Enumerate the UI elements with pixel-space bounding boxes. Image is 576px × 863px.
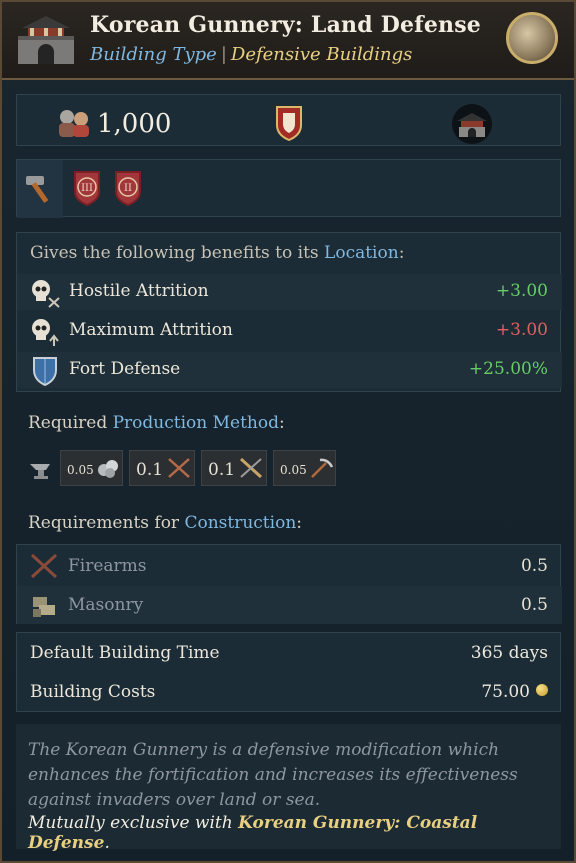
input-amount: 0.1 [208, 460, 236, 480]
requirement-value: 0.5 [520, 556, 548, 576]
benefit-value: +25.00% [468, 359, 548, 379]
benefits-heading-colon: : [398, 243, 405, 263]
portrait-avatar[interactable] [506, 12, 558, 64]
construction-heading: Requirements for Construction: [28, 513, 302, 533]
construction-heading-text: Requirements for [28, 513, 180, 533]
production-heading-colon: : [278, 413, 285, 433]
upgrade-row: III II [16, 159, 561, 218]
benefit-label: Hostile Attrition [69, 281, 209, 301]
construction-heading-colon: : [296, 513, 302, 533]
benefit-label: Maximum Attrition [69, 320, 233, 340]
build-cost-label: Building Costs [30, 682, 156, 702]
production-method-row: 0.05 0.1 0.1 0.05 [16, 446, 561, 492]
input-chip[interactable]: 0.1 [201, 450, 267, 486]
exclusive-suffix: . [104, 833, 110, 853]
build-cost-row: Building Costs 75.00 [17, 674, 562, 710]
input-chip[interactable]: 0.05 [273, 450, 336, 486]
production-method-link[interactable]: Production Method [113, 413, 279, 433]
skull-up-icon [32, 319, 59, 346]
production-heading: Required Production Method: [28, 413, 285, 433]
shield-icon [33, 357, 57, 386]
input-chip[interactable]: 0.1 [129, 450, 195, 486]
benefit-value: +3.00 [495, 281, 548, 301]
input-chip[interactable]: 0.05 [60, 450, 123, 486]
exclusive-prefix: Mutually exclusive with [28, 813, 233, 833]
building-tooltip: Korean Gunnery: Land Defense Building Ty… [0, 0, 576, 863]
production-heading-text: Required [28, 413, 108, 433]
building-subtitle: Building Type | Defensive Buildings [90, 44, 412, 65]
crossed-muskets-icon [239, 457, 263, 479]
benefits-heading: Gives the following benefits to its Loca… [30, 243, 404, 263]
build-info: Default Building Time 365 days Building … [16, 632, 561, 712]
fortress-gate-icon [18, 16, 74, 64]
requirement-label: Masonry [68, 595, 144, 615]
benefit-row-maximum-attrition[interactable]: Maximum Attrition +3.00 [17, 313, 562, 349]
population-icon [59, 110, 89, 137]
benefit-label: Fort Defense [69, 359, 181, 379]
requirement-row-firearms[interactable]: Firearms 0.5 [17, 547, 562, 585]
stone-icon [98, 460, 118, 478]
building-category: Defensive Buildings [230, 44, 413, 65]
benefit-value: +3.00 [495, 320, 548, 340]
description-panel: The Korean Gunnery is a defensive modifi… [16, 724, 561, 853]
benefits-panel: Gives the following benefits to its Loca… [16, 232, 562, 392]
build-cost: 75.00 [481, 682, 548, 702]
requirement-label: Firearms [68, 556, 147, 576]
input-amount: 0.05 [280, 463, 307, 477]
tier-two-icon[interactable]: II [114, 170, 142, 206]
red-shield-icon[interactable] [275, 105, 303, 141]
subtitle-separator: | [220, 44, 227, 65]
construct-button[interactable] [17, 160, 63, 218]
build-time-row: Default Building Time 365 days [17, 635, 562, 671]
population-value: 1,000 [97, 109, 172, 139]
construction-requirements: Firearms 0.5 Masonry 0.5 [16, 544, 562, 624]
svg-text:III: III [81, 183, 93, 194]
build-time-value: 365 days [470, 643, 548, 663]
tooltip-header: Korean Gunnery: Land Defense Building Ty… [2, 2, 574, 80]
building-type-link[interactable]: Building Type [90, 44, 217, 65]
castle-icon[interactable] [451, 103, 493, 145]
anvil-icon[interactable] [28, 458, 54, 480]
tier-three-icon[interactable]: III [73, 170, 101, 206]
summary-row: 1,000 [16, 94, 561, 146]
location-link[interactable]: Location [324, 243, 399, 263]
description-text: The Korean Gunnery is a defensive modifi… [28, 740, 518, 810]
input-amount: 0.1 [136, 460, 164, 480]
crossed-swords-icon [168, 458, 190, 478]
benefit-row-hostile-attrition[interactable]: Hostile Attrition +3.00 [17, 274, 562, 310]
hammer-icon [26, 176, 49, 203]
svg-text:II: II [124, 183, 132, 194]
requirement-value: 0.5 [520, 595, 548, 615]
input-amount: 0.05 [67, 463, 94, 477]
gold-coin-icon [536, 684, 548, 696]
skull-crossed-icon [32, 280, 60, 308]
building-title: Korean Gunnery: Land Defense [90, 12, 482, 38]
requirement-row-masonry[interactable]: Masonry 0.5 [17, 586, 562, 624]
build-time-label: Default Building Time [30, 643, 220, 663]
exclusive-note: Mutually exclusive with Korean Gunnery: … [28, 813, 561, 853]
firearms-icon [30, 553, 58, 579]
benefit-row-fort-defense[interactable]: Fort Defense +25.00% [17, 352, 562, 388]
construction-link[interactable]: Construction [184, 513, 296, 533]
pickaxe-icon [311, 458, 334, 478]
masonry-icon [33, 597, 55, 617]
benefits-heading-text: Gives the following benefits to its [30, 243, 319, 263]
build-cost-value: 75.00 [481, 682, 530, 702]
